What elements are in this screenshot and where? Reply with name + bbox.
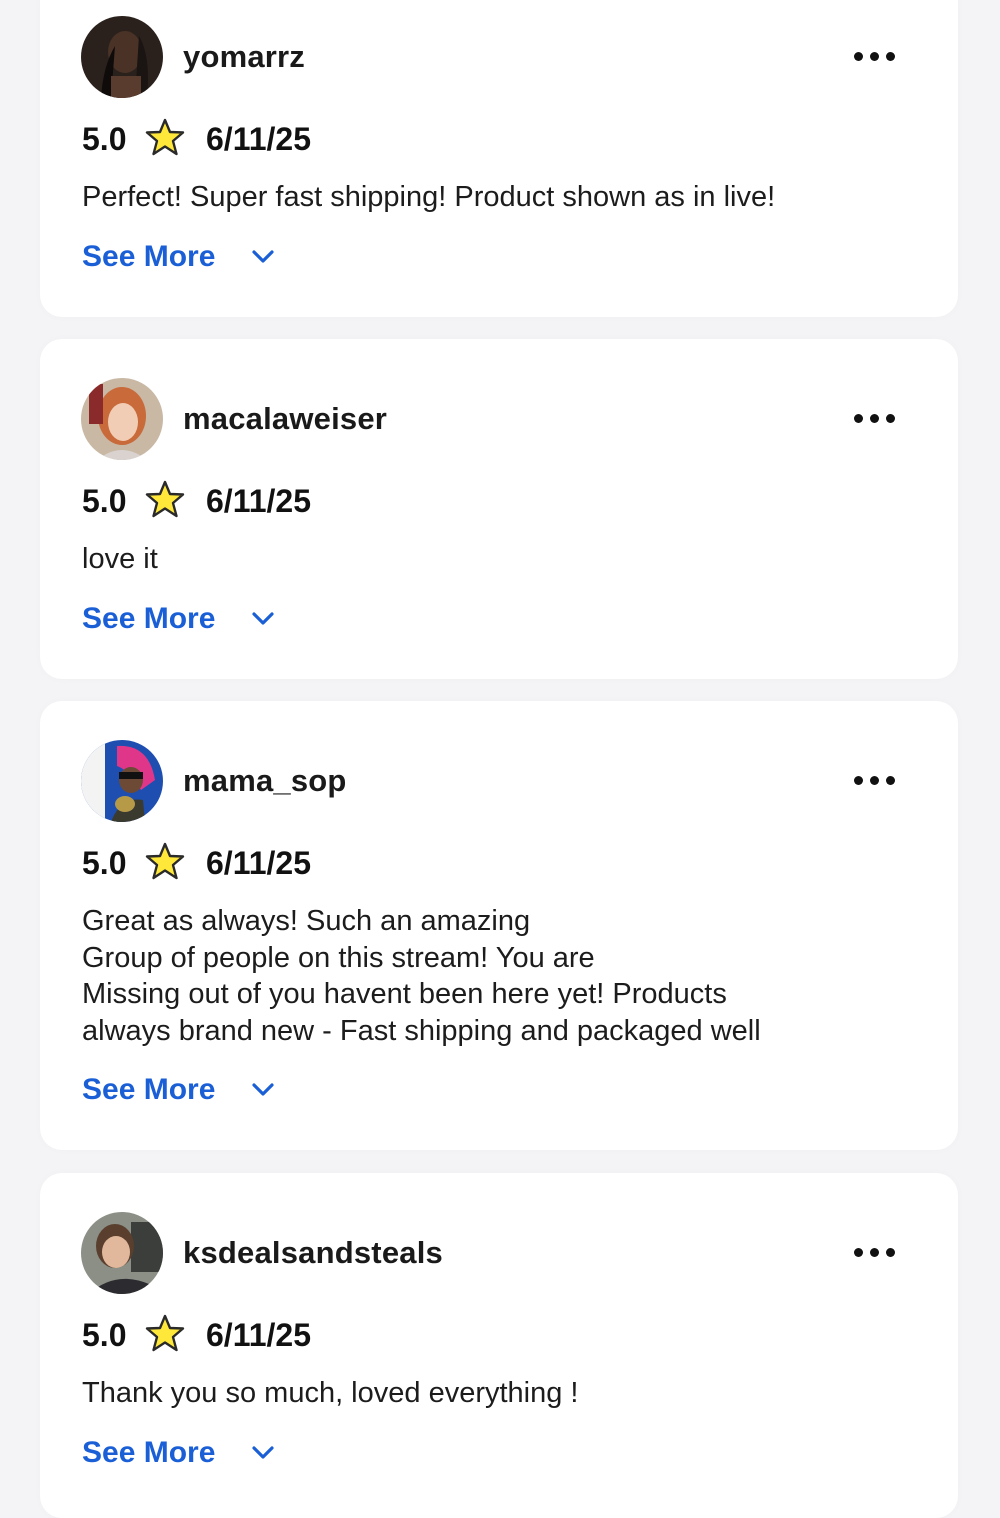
review-date: 6/11/25 — [206, 845, 311, 881]
review-date: 6/11/25 — [206, 483, 311, 519]
more-options-button[interactable] — [852, 52, 896, 64]
see-more-link[interactable]: See More — [82, 1436, 215, 1470]
review-card: macalaweiser 5.0 6/11/25 love it See Mor… — [40, 339, 958, 679]
rating-value: 5.0 — [82, 121, 127, 157]
username[interactable]: mama_sop — [183, 763, 347, 799]
see-more-link[interactable]: See More — [82, 602, 215, 636]
username[interactable]: ksdealsandsteals — [183, 1235, 443, 1271]
rating-value: 5.0 — [82, 1317, 127, 1353]
username[interactable]: yomarrz — [183, 39, 305, 75]
review-text: Thank you so much, loved everything ! — [82, 1377, 579, 1409]
avatar[interactable] — [81, 1212, 163, 1294]
rating-value: 5.0 — [82, 483, 127, 519]
review-text: love it — [82, 543, 158, 575]
avatar[interactable] — [81, 378, 163, 460]
review-text: Great as always! Such an amazing Group o… — [82, 905, 761, 1047]
avatar[interactable] — [81, 16, 163, 98]
star-icon — [145, 842, 185, 880]
see-more-link[interactable]: See More — [82, 1073, 215, 1107]
rating-value: 5.0 — [82, 845, 127, 881]
review-card: ksdealsandsteals 5.0 6/11/25 Thank you s… — [40, 1173, 958, 1518]
review-card: mama_sop 5.0 6/11/25 Great as always! Su… — [40, 701, 958, 1150]
review-text: Perfect! Super fast shipping! Product sh… — [82, 181, 776, 213]
star-icon — [145, 1314, 185, 1352]
chevron-down-icon[interactable] — [251, 611, 275, 627]
avatar[interactable] — [81, 740, 163, 822]
see-more-link[interactable]: See More — [82, 240, 215, 274]
more-options-button[interactable] — [852, 414, 896, 426]
star-icon — [145, 118, 185, 156]
review-date: 6/11/25 — [206, 121, 311, 157]
chevron-down-icon[interactable] — [251, 1082, 275, 1098]
star-icon — [145, 480, 185, 518]
chevron-down-icon[interactable] — [251, 249, 275, 265]
review-card: yomarrz 5.0 6/11/25 Perfect! Super fast … — [40, 0, 958, 317]
username[interactable]: macalaweiser — [183, 401, 387, 437]
chevron-down-icon[interactable] — [251, 1445, 275, 1461]
review-date: 6/11/25 — [206, 1317, 311, 1353]
more-options-button[interactable] — [852, 1248, 896, 1260]
more-options-button[interactable] — [852, 776, 896, 788]
